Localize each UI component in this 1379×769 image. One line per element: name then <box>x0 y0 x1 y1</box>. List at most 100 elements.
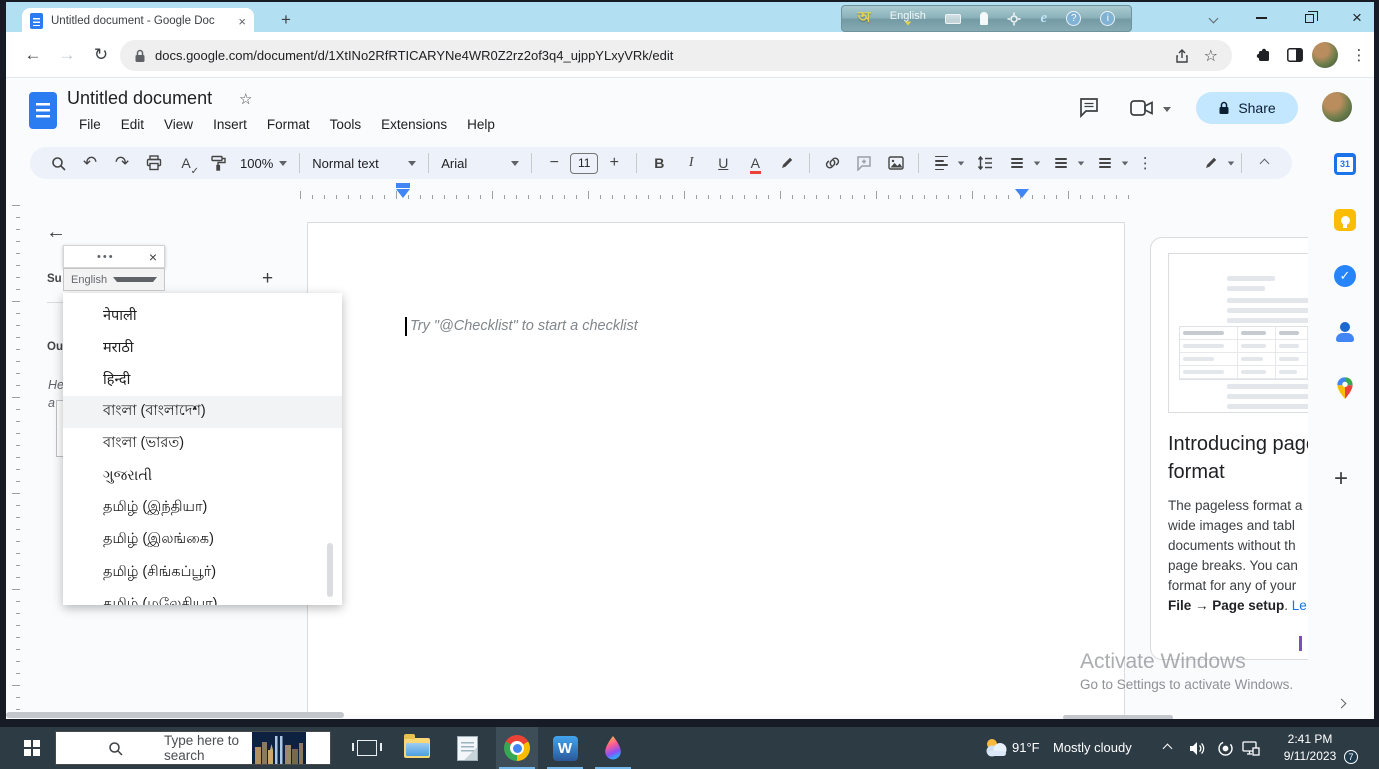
bold-button[interactable]: B <box>648 151 670 175</box>
file-explorer-icon[interactable] <box>396 727 438 769</box>
horizontal-scrollbar-thumb[interactable] <box>6 712 344 718</box>
language-option[interactable]: தமிழ் (சிங்கப்பூர்) <box>63 557 342 589</box>
dismiss-button-fragment[interactable] <box>1299 636 1302 651</box>
font-select[interactable]: Arial <box>441 156 520 171</box>
address-bar[interactable]: docs.google.com/document/d/1XtINo2RfRTIC… <box>120 40 1232 71</box>
add-comment-icon[interactable] <box>853 151 875 175</box>
italic-button[interactable]: I <box>680 151 702 175</box>
comment-history-icon[interactable] <box>1078 96 1100 118</box>
document-page[interactable] <box>307 222 1125 715</box>
share-page-icon[interactable] <box>1174 48 1190 64</box>
volume-icon[interactable] <box>1182 727 1212 769</box>
insert-link-icon[interactable] <box>821 151 843 175</box>
menu-item[interactable]: Help <box>457 114 505 135</box>
menu-item[interactable]: Tools <box>320 114 372 135</box>
google-docs-icon[interactable] <box>29 92 57 129</box>
first-line-indent-marker[interactable] <box>396 183 410 188</box>
reload-button[interactable]: ↻ <box>88 42 114 68</box>
lock-icon[interactable] <box>134 49 146 63</box>
show-hidden-icons-chevron[interactable] <box>1152 727 1182 769</box>
language-option[interactable]: ગુજરાતી <box>63 460 342 492</box>
language-option[interactable]: हिन्दी <box>63 363 342 395</box>
weather-temperature[interactable]: 91°F <box>1012 740 1040 755</box>
keep-icon[interactable] <box>1333 208 1357 232</box>
avro-mouse-icon[interactable] <box>980 12 989 25</box>
language-option[interactable]: বাংলা (বাংলাদেশ) <box>63 395 342 428</box>
language-option[interactable]: தமிழ் (மலேசியா) <box>63 589 342 605</box>
weather-condition[interactable]: Mostly cloudy <box>1053 740 1132 755</box>
print-icon[interactable] <box>143 151 165 175</box>
side-panel-icon[interactable] <box>1282 42 1308 68</box>
language-option[interactable]: தமிழ் (இலங்கை) <box>63 524 342 556</box>
drag-handle-dots-icon[interactable]: ••• <box>97 251 115 263</box>
close-outline-panel-button[interactable]: ← <box>46 221 66 244</box>
avro-language-selector[interactable]: English <box>890 11 926 26</box>
horizontal-ruler[interactable] <box>300 183 1132 199</box>
tab-close-icon[interactable]: × <box>238 14 246 29</box>
chevron-down-icon[interactable] <box>1122 161 1129 165</box>
font-size-input[interactable]: 11 <box>570 152 599 174</box>
avro-keyboard-taskbar-icon[interactable] <box>592 727 634 769</box>
decrease-font-size-button[interactable]: − <box>543 151 565 175</box>
menu-item[interactable]: Format <box>257 114 320 135</box>
align-icon[interactable] <box>930 151 952 175</box>
browser-profile-avatar[interactable] <box>1312 42 1338 68</box>
window-close-button[interactable]: × <box>1342 4 1372 32</box>
close-icon[interactable]: × <box>149 249 157 265</box>
add-summary-button[interactable]: + <box>262 268 273 290</box>
tasks-icon[interactable]: ✓ <box>1333 264 1357 288</box>
language-option[interactable]: नेपाली <box>63 299 342 331</box>
chrome-taskbar-icon[interactable] <box>496 727 538 769</box>
paragraph-style-select[interactable]: Normal text <box>312 156 417 171</box>
zoom-select[interactable]: 100% <box>240 156 288 171</box>
menu-item[interactable]: Extensions <box>371 114 457 135</box>
account-avatar[interactable] <box>1322 92 1352 122</box>
vertical-ruler[interactable] <box>8 205 20 715</box>
chevron-down-icon[interactable] <box>1227 161 1235 165</box>
maps-icon[interactable] <box>1333 376 1357 400</box>
contacts-icon[interactable] <box>1333 320 1357 344</box>
avro-help-icon[interactable]: ? <box>1066 11 1082 26</box>
chevron-down-icon[interactable] <box>1078 161 1085 165</box>
window-restore-button[interactable] <box>1294 4 1324 32</box>
numbered-list-icon[interactable] <box>1094 151 1116 175</box>
taskbar-search-box[interactable]: Type here to search <box>55 731 331 765</box>
internet-explorer-icon[interactable]: e <box>1040 10 1047 27</box>
toolbar-overflow-kebab-icon[interactable]: ⋮ <box>1134 151 1156 175</box>
forward-button[interactable]: → <box>54 42 80 68</box>
word-taskbar-icon[interactable]: W <box>544 727 586 769</box>
window-minimize-button[interactable] <box>1246 4 1276 32</box>
language-option[interactable]: मराठी <box>63 331 342 363</box>
keyboard-layout-icon[interactable] <box>944 13 961 24</box>
browser-tab[interactable]: Untitled document - Google Doc × <box>22 8 254 34</box>
dropdown-scrollbar-thumb[interactable] <box>327 543 333 597</box>
menu-item[interactable]: Insert <box>203 114 257 135</box>
language-option[interactable]: বাংলা (ভারত) <box>63 428 342 460</box>
line-spacing-icon[interactable] <box>974 151 996 175</box>
bookmark-star-icon[interactable]: ☆ <box>1204 46 1218 66</box>
text-color-button[interactable]: A <box>744 151 766 175</box>
window-chevron-button[interactable] <box>1198 4 1228 32</box>
network-icon[interactable] <box>1236 727 1266 769</box>
menu-item[interactable]: View <box>154 114 203 135</box>
insert-image-icon[interactable] <box>885 151 907 175</box>
back-button[interactable]: ← <box>20 42 46 68</box>
start-button[interactable] <box>12 727 52 769</box>
document-title[interactable]: Untitled document <box>67 88 212 109</box>
share-button[interactable]: Share <box>1196 92 1298 124</box>
spellcheck-icon[interactable]: A ✓ <box>175 151 199 177</box>
extensions-puzzle-icon[interactable] <box>1250 42 1276 68</box>
highlight-color-icon[interactable] <box>776 151 798 175</box>
menu-item[interactable]: Edit <box>111 114 154 135</box>
language-selector-button[interactable]: English (US) <box>63 268 165 291</box>
undo-icon[interactable]: ↶ <box>79 151 101 175</box>
new-tab-button[interactable]: + <box>274 8 298 32</box>
collapse-toolbar-button[interactable] <box>1253 151 1275 175</box>
search-menus-icon[interactable] <box>47 151 69 175</box>
chevron-down-icon[interactable] <box>1163 107 1171 112</box>
browser-menu-kebab-icon[interactable]: ⋮ <box>1346 42 1372 68</box>
editing-mode-pencil-icon[interactable] <box>1200 151 1222 175</box>
learn-more-link[interactable]: Le <box>1292 598 1307 613</box>
chevron-down-icon[interactable] <box>1034 161 1041 165</box>
language-widget-header[interactable]: ••• × <box>63 245 165 268</box>
